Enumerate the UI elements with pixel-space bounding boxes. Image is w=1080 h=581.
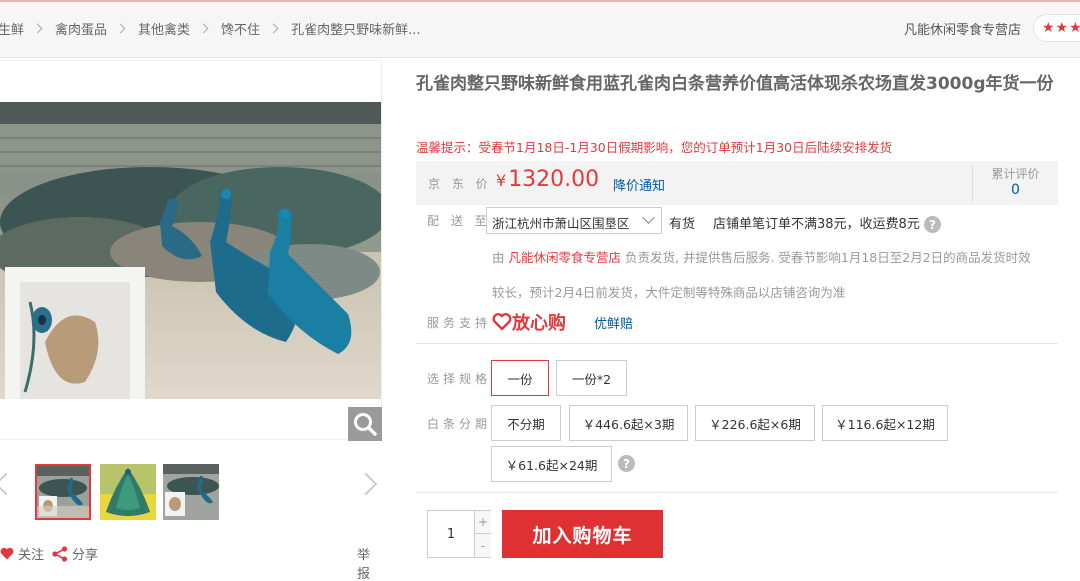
follow-button[interactable]: 关注 bbox=[0, 544, 44, 563]
freight-text: 店铺单笔订单不满38元，收运费8元 bbox=[713, 217, 920, 232]
thumb-next-arrow-icon[interactable] bbox=[354, 472, 378, 496]
freight-info: 店铺单笔订单不满38元，收运费8元 ? bbox=[713, 213, 941, 233]
breadcrumb-item-brand[interactable]: 馋不住 bbox=[221, 19, 260, 38]
spec-option-single[interactable]: 一份 bbox=[491, 360, 549, 396]
gallery-actions: 关注 分享 举报 bbox=[0, 544, 382, 581]
price-box: 京 东 价 ¥1320.00 降价通知 累计评价 0 bbox=[416, 161, 1058, 205]
spec-option-double[interactable]: 一份*2 bbox=[556, 360, 627, 396]
share-label: 分享 bbox=[72, 548, 99, 563]
breadcrumb-item-other-poultry[interactable]: 其他禽类 bbox=[138, 19, 190, 38]
quantity-plus-button[interactable]: + bbox=[474, 511, 491, 534]
price-value: ¥1320.00 bbox=[496, 167, 599, 192]
service-label: 服务支持 bbox=[427, 316, 492, 330]
add-to-cart-button[interactable]: 加入购物车 bbox=[502, 510, 663, 558]
installment-option-none[interactable]: 不分期 bbox=[491, 405, 561, 441]
thumbnail-3-image bbox=[163, 464, 219, 520]
divider bbox=[416, 343, 1058, 344]
installment-option-6[interactable]: ￥226.6起×6期 bbox=[695, 405, 815, 441]
thumbnail-2[interactable] bbox=[100, 464, 156, 520]
help-icon[interactable]: ? bbox=[923, 216, 941, 233]
share-button[interactable]: 分享 bbox=[52, 544, 98, 563]
quantity-stepper: 1 + - bbox=[427, 510, 491, 558]
store-rating[interactable]: ★★★ bbox=[1033, 14, 1080, 42]
divider bbox=[416, 492, 1058, 493]
stock-status: 有货 bbox=[669, 217, 696, 232]
reviews-count: 0 bbox=[1011, 182, 1020, 198]
installment-option-24[interactable]: ￥61.6起×24期 bbox=[491, 446, 612, 482]
shipping-shop-link[interactable]: 凡能休闲零食专营店 bbox=[509, 250, 622, 265]
shipping-details-line-1: 由 凡能休闲零食专营店 负责发货, 并提供售后服务. 受春节影响1月18日至2月… bbox=[492, 240, 1062, 275]
service-logo[interactable]: 放心购 bbox=[492, 309, 566, 335]
fresh-guarantee-link[interactable]: 优鲜赔 bbox=[594, 313, 633, 332]
service-logo-text: 放心购 bbox=[512, 313, 566, 334]
store-name-link[interactable]: 凡能休闲零食专营店 bbox=[904, 19, 1021, 38]
price-label: 京 东 价 bbox=[428, 177, 492, 191]
magnifier-icon bbox=[354, 413, 377, 436]
breadcrumb-item-product: 孔雀肉整只野味新鲜... bbox=[291, 23, 421, 38]
quantity-input[interactable]: 1 bbox=[428, 511, 474, 557]
shipping-details: 由 凡能休闲零食专营店 负责发货, 并提供售后服务. 受春节影响1月18日至2月… bbox=[492, 240, 1062, 310]
chevron-right-icon bbox=[268, 23, 279, 34]
product-title: 孔雀肉整只野味新鲜食用蓝孔雀肉白条营养价值高活体现杀农场直发3000g年货一份 bbox=[416, 74, 1054, 94]
spec-label: 选择规格 bbox=[427, 372, 492, 386]
breadcrumb: 生鲜 禽肉蛋品 其他禽类 馋不住 孔雀肉整只野味新鲜... bbox=[0, 19, 420, 38]
shipping-line1-rest: 负责发货, 并提供售后服务. 受春节影响1月18日至2月2日的商品发货时效 bbox=[625, 250, 1031, 265]
main-image-frame bbox=[0, 60, 382, 441]
chevron-down-icon bbox=[642, 211, 655, 224]
report-link[interactable]: 举报 bbox=[357, 544, 382, 581]
installment-option-3[interactable]: ￥446.6起×3期 bbox=[569, 405, 688, 441]
share-icon bbox=[52, 545, 68, 562]
shipping-prefix: 由 bbox=[492, 250, 505, 265]
rating-stars: ★★★ bbox=[1042, 20, 1080, 36]
zoom-button[interactable] bbox=[348, 407, 382, 441]
peacock-photo bbox=[0, 102, 381, 399]
top-bar: 生鲜 禽肉蛋品 其他禽类 馋不住 孔雀肉整只野味新鲜... 凡能休闲零食专营店 … bbox=[0, 0, 1080, 58]
chevron-right-icon bbox=[115, 23, 126, 34]
heart-outline-icon bbox=[492, 313, 512, 331]
top-accent-line bbox=[0, 0, 1080, 2]
thumbnail-1-image bbox=[37, 466, 89, 518]
thumbnail-3[interactable] bbox=[163, 464, 219, 520]
shipping-line2: 较长，预计2月4日前发货，大件定制等特殊商品以店铺咨询为准 bbox=[492, 285, 846, 300]
installment-option-12[interactable]: ￥116.6起×12期 bbox=[822, 405, 948, 441]
price-amount: 1320.00 bbox=[508, 167, 600, 192]
currency-symbol: ¥ bbox=[496, 171, 507, 190]
price-drop-alert-link[interactable]: 降价通知 bbox=[613, 175, 665, 194]
installment-label: 白条分期 bbox=[427, 417, 492, 431]
quantity-minus-button[interactable]: - bbox=[474, 534, 491, 557]
reviews-summary[interactable]: 累计评价 0 bbox=[972, 166, 1058, 202]
breadcrumb-item-poultry[interactable]: 禽肉蛋品 bbox=[55, 19, 107, 38]
region-selector[interactable]: 浙江杭州市萧山区围垦区 bbox=[486, 207, 662, 234]
shipping-label: 配 送 至 bbox=[427, 214, 491, 228]
follow-label: 关注 bbox=[18, 548, 45, 563]
heart-icon bbox=[0, 547, 14, 560]
thumbnail-2-image bbox=[100, 464, 156, 520]
thumb-prev-arrow-icon[interactable] bbox=[0, 472, 18, 496]
chevron-right-icon bbox=[198, 23, 209, 34]
report-label: 举报 bbox=[357, 548, 371, 581]
reviews-label: 累计评价 bbox=[991, 167, 1040, 181]
product-photo bbox=[0, 102, 381, 399]
region-value: 浙江杭州市萧山区围垦区 bbox=[492, 216, 630, 231]
holiday-notice: 温馨提示：受春节1月18日-1月30日假期影响，您的订单预计1月30日后陆续安排… bbox=[416, 140, 893, 155]
breadcrumb-item-fresh[interactable]: 生鲜 bbox=[0, 19, 24, 38]
thumbnail-1[interactable] bbox=[35, 464, 91, 520]
help-icon[interactable]: ? bbox=[618, 455, 635, 472]
chevron-right-icon bbox=[32, 23, 43, 34]
